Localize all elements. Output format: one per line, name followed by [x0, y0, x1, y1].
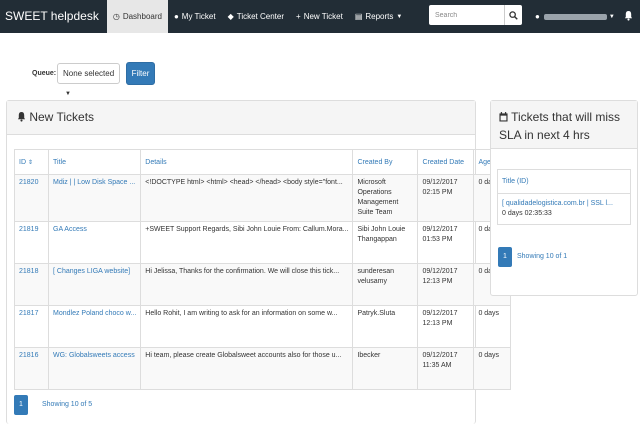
user-name-redacted: [543, 13, 607, 20]
ticket-title-link[interactable]: Mondlez Poland choco w...: [47, 305, 142, 348]
queue-select[interactable]: None selected ▼: [57, 63, 120, 97]
ticket-created-date: 09/12/2017 02:15 PM: [417, 174, 475, 222]
ticket-created-date: 09/12/2017 12:13 PM: [417, 263, 475, 306]
ticket-details: Hi Jelissa, Thanks for the confirmation.…: [140, 263, 354, 306]
ticket-title-link[interactable]: [ Changes LIGA website]: [47, 263, 142, 306]
tag-icon: ◆: [227, 12, 234, 21]
nav-my-ticket-label: My Ticket: [181, 12, 216, 21]
ticket-id-link[interactable]: 21820: [14, 174, 49, 222]
sla-heading: Tickets that will miss SLA in next 4 hrs: [491, 101, 637, 149]
new-tickets-title: New Tickets: [29, 110, 95, 124]
ticket-created-by: Ibecker: [352, 347, 419, 390]
ticket-title-link[interactable]: GA Access: [47, 221, 142, 264]
table-row: 21819 GA Access +SWEET Support Regards, …: [14, 221, 512, 264]
column-header-id[interactable]: ID ⇕: [14, 149, 49, 175]
brand-logo[interactable]: SWEET helpdesk: [0, 0, 107, 33]
list-icon: ▤: [354, 12, 363, 21]
sla-pagination-page-button[interactable]: 1: [498, 247, 512, 267]
search-icon: [509, 10, 518, 20]
ticket-id-link[interactable]: 21819: [14, 221, 49, 264]
nav-dashboard-label: Dashboard: [122, 12, 162, 21]
nav-new-ticket[interactable]: + New Ticket: [290, 0, 349, 33]
ticket-created-date: 09/12/2017 11:35 AM: [417, 347, 475, 390]
calendar-icon: [499, 112, 508, 122]
user-menu[interactable]: ● ▼: [535, 0, 615, 33]
pagination-page-button[interactable]: 1: [14, 395, 28, 415]
search-button[interactable]: [504, 5, 522, 25]
nav-ticket-center[interactable]: ◆ Ticket Center: [222, 0, 290, 33]
user-icon: ●: [173, 12, 179, 21]
table-row: 21817 Mondlez Poland choco w... Hello Ro…: [14, 305, 512, 348]
column-header-created-by[interactable]: Created By: [352, 149, 419, 175]
ticket-created-by: sunderesan velusamy: [352, 263, 419, 306]
nav-reports-label: Reports: [365, 12, 394, 21]
search-input[interactable]: [429, 5, 504, 25]
table-row: 21820 Mdiz | | Low Disk Space ... <!DOCT…: [14, 174, 512, 222]
queue-selected-value: None selected: [63, 69, 115, 78]
nav-my-ticket[interactable]: ● My Ticket: [168, 0, 222, 33]
chevron-down-icon: ▼: [396, 13, 403, 20]
nav-new-ticket-label: New Ticket: [303, 12, 343, 21]
column-header-details[interactable]: Details: [140, 149, 354, 175]
dashboard-icon: ◷: [112, 12, 120, 21]
new-tickets-heading: New Tickets: [7, 101, 475, 135]
column-header-title-id[interactable]: Title (ID): [498, 170, 630, 194]
ticket-title-link[interactable]: WG: Globalsweets access: [47, 347, 142, 390]
ticket-details: +SWEET Support Regards, Sibi John Louie …: [140, 221, 354, 264]
table-row: 21818 [ Changes LIGA website] Hi Jelissa…: [14, 263, 512, 306]
filter-button[interactable]: Filter: [126, 62, 155, 85]
ticket-details: Hi team, please create Globalsweet accou…: [140, 347, 354, 390]
notifications-bell-icon[interactable]: [624, 10, 633, 23]
new-tickets-table: ID ⇕ Title Details Created By Created Da…: [14, 149, 512, 390]
sla-ticket-link[interactable]: [ qualidadelogistica.com.br | SSL l...: [502, 199, 626, 209]
ticket-created-by: Microsoft Operations Management Suite Te…: [352, 174, 419, 222]
ticket-details: <!DOCTYPE html> <html> <head> </head> <b…: [140, 174, 354, 222]
top-navbar: SWEET helpdesk ◷ Dashboard ● My Ticket ◆…: [0, 0, 640, 33]
nav-reports[interactable]: ▤ Reports ▼: [349, 0, 409, 33]
pagination-info: Showing 10 of 5: [42, 401, 93, 408]
column-header-title[interactable]: Title: [47, 149, 142, 175]
ticket-id-link[interactable]: 21817: [14, 305, 49, 348]
sla-pagination-info: Showing 10 of 1: [517, 253, 568, 260]
queue-label: Queue:: [32, 70, 57, 77]
table-header-row: ID ⇕ Title Details Created By Created Da…: [14, 149, 512, 175]
nav-ticket-center-label: Ticket Center: [236, 12, 285, 21]
ticket-ageing: 0 days: [473, 305, 512, 348]
ticket-created-date: 09/12/2017 12:13 PM: [417, 305, 475, 348]
ticket-ageing: 0 days: [473, 347, 512, 390]
bell-icon: [17, 112, 26, 122]
chevron-down-icon: ▼: [65, 91, 71, 97]
user-icon: ●: [535, 12, 540, 21]
sort-icon: ⇕: [27, 159, 33, 166]
sla-ticket-age: 0 days 02:35:33: [502, 210, 552, 217]
chevron-down-icon: ▼: [608, 13, 615, 20]
sla-table: Title (ID) [ qualidadelogistica.com.br |…: [497, 169, 631, 225]
table-row: [ qualidadelogistica.com.br | SSL l... 0…: [498, 194, 630, 224]
ticket-created-by: Sibi John Louie Thangappan: [352, 221, 419, 264]
plus-icon: +: [296, 12, 301, 21]
search-box: [429, 5, 522, 25]
table-row: 21816 WG: Globalsweets access Hi team, p…: [14, 347, 512, 390]
sla-title: Tickets that will miss SLA in next 4 hrs: [499, 110, 621, 142]
ticket-created-by: Patryk.Sluta: [352, 305, 419, 348]
ticket-created-date: 09/12/2017 01:53 PM: [417, 221, 475, 264]
nav-dashboard[interactable]: ◷ Dashboard: [106, 0, 168, 33]
column-header-created-date[interactable]: Created Date: [417, 149, 475, 175]
ticket-title-link[interactable]: Mdiz | | Low Disk Space ...: [47, 174, 142, 222]
ticket-id-link[interactable]: 21818: [14, 263, 49, 306]
ticket-details: Hello Rohit, I am writing to ask for an …: [140, 305, 354, 348]
ticket-id-link[interactable]: 21816: [14, 347, 49, 390]
